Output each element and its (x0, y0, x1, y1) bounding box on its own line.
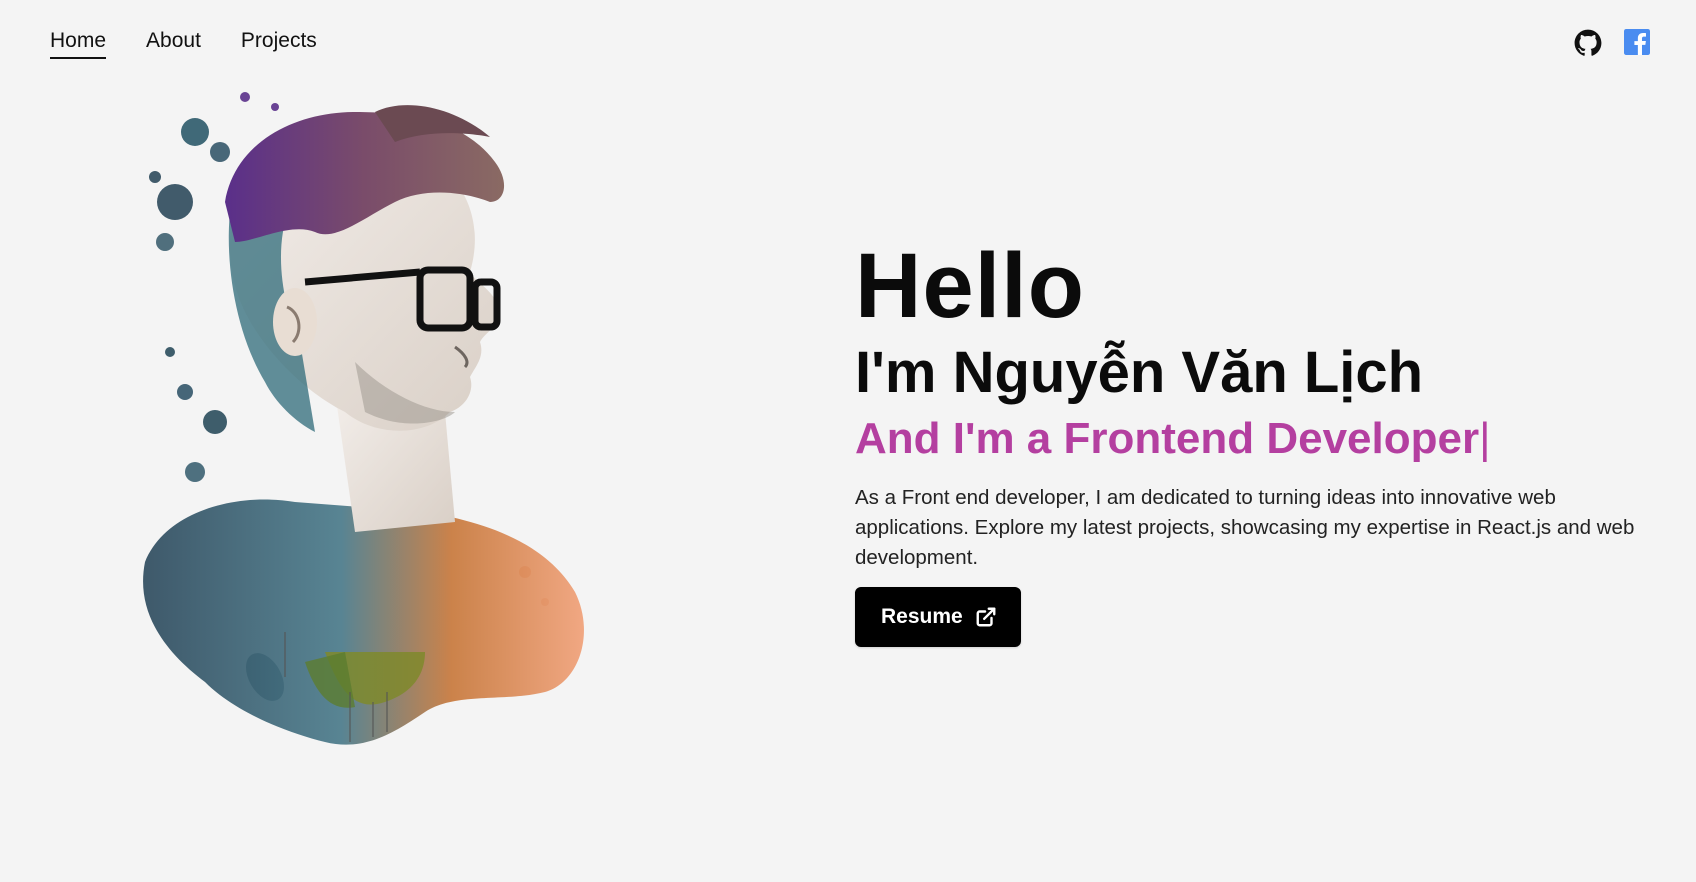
hero-section: Hello I'm Nguyễn Văn Lịch And I'm a Fron… (855, 235, 1645, 648)
page: Home About Projects Hello I'm Nguyễn Văn… (0, 0, 1696, 882)
resume-button[interactable]: Resume (855, 587, 1021, 648)
portrait-illustration (143, 92, 584, 745)
hero-description: As a Front end developer, I am dedicated… (855, 486, 1635, 570)
nav-projects[interactable]: Projects (241, 28, 317, 59)
hero-role: And I'm a Frontend Developer| (855, 413, 1645, 466)
nav-about[interactable]: About (146, 28, 201, 59)
facebook-icon[interactable] (1624, 29, 1652, 57)
github-icon[interactable] (1574, 29, 1602, 57)
typing-cursor: | (1479, 413, 1491, 463)
hero-name: I'm Nguyễn Văn Lịch (855, 339, 1424, 405)
hero-role-text: And I'm a Frontend Developer (855, 413, 1480, 463)
main-nav: Home About Projects (50, 28, 317, 60)
resume-button-label: Resume (881, 605, 963, 629)
hero-greeting: Hello (855, 235, 1085, 337)
external-link-icon (975, 606, 997, 628)
hero-portrait-image (125, 92, 635, 812)
nav-home[interactable]: Home (50, 28, 107, 60)
social-links (1574, 29, 1652, 57)
